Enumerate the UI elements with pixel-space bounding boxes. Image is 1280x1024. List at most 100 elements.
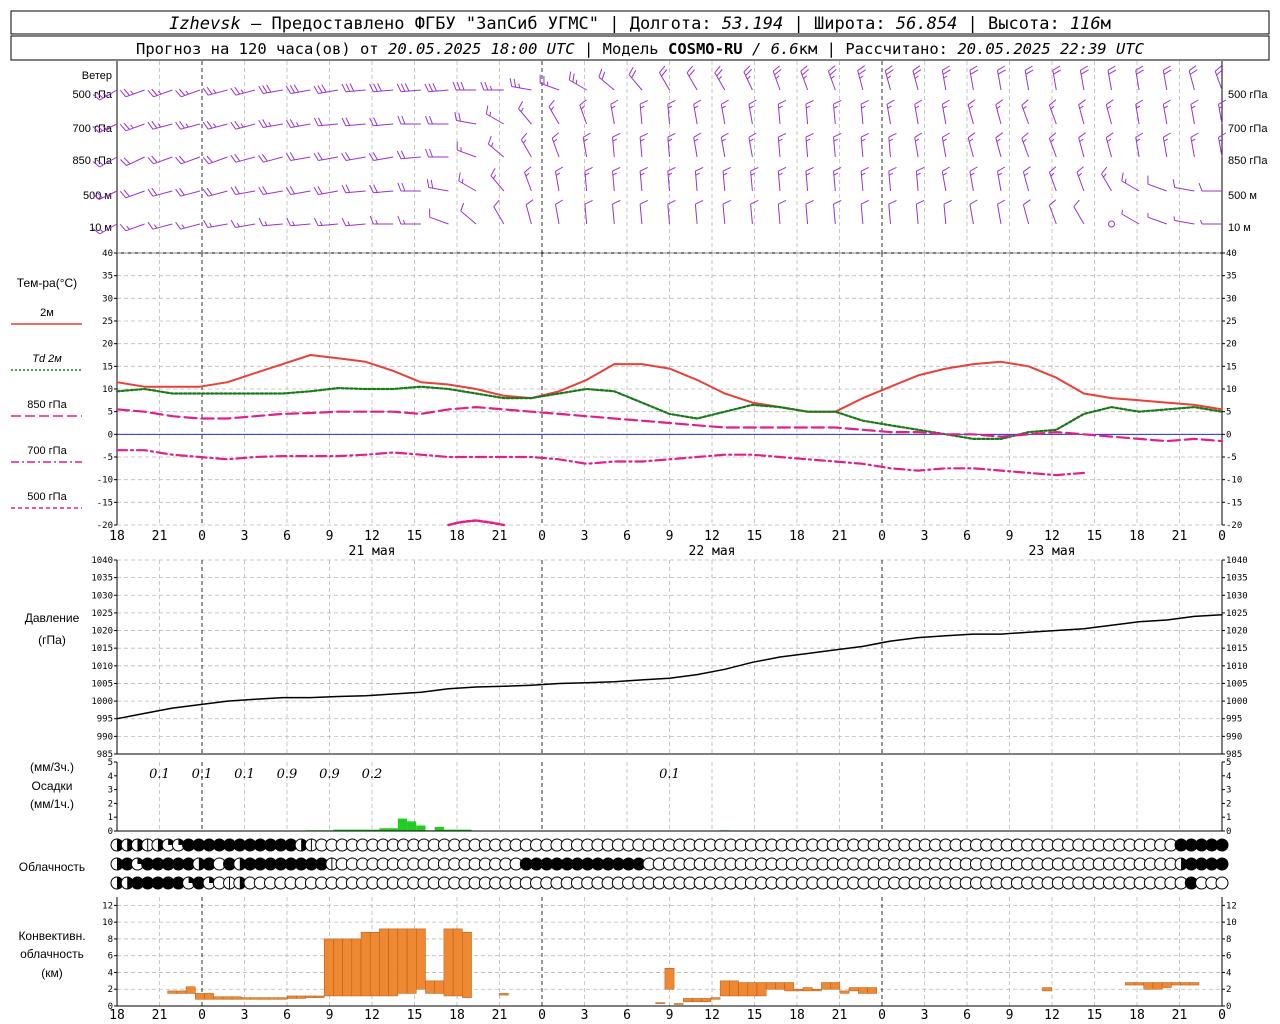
calc-time: 20.05.2025 22:39 UTC (957, 40, 1144, 58)
wind-barb (667, 199, 676, 225)
time-tick-label: 15 (407, 1008, 423, 1023)
wind-barb (610, 99, 619, 125)
conv-cloud-bar (729, 980, 739, 997)
conv-unit: (км) (41, 966, 63, 980)
wind-barb (397, 182, 421, 192)
conv-cloud-bar (452, 928, 463, 997)
wind-barb (397, 115, 421, 125)
wind-barb (539, 74, 560, 91)
wind-barb (1048, 199, 1057, 225)
header: Izhevsk – Предоставлено ФГБУ "ЗапСиб УГМ… (10, 10, 1270, 61)
conv-cloud-bar (655, 1002, 666, 1004)
time-tick-label: 6 (623, 1008, 631, 1023)
temp-tick-right: -20 (1226, 521, 1242, 531)
time-tick-label: 21 (492, 529, 508, 544)
wind-barb (1021, 99, 1030, 125)
press-tick-left: 1035 (91, 574, 113, 584)
precip-total-label: 0.1 (149, 767, 170, 782)
model-name: COSMO-RU (668, 40, 743, 58)
wind-barb (555, 166, 564, 192)
wind-barb (969, 65, 979, 91)
wind-barb (860, 166, 870, 192)
conv-cloud-bar (406, 928, 417, 994)
wind-barb (995, 99, 1004, 125)
provider-text: – Предоставлено ФГБУ "ЗапСиб УГМС" (251, 14, 599, 34)
wind-barb (584, 166, 593, 192)
conv-cloud-bar (388, 928, 399, 997)
wind-barb (175, 155, 201, 165)
wind-barb (1022, 199, 1031, 225)
wind-barb (258, 217, 283, 227)
alt-unit: м (1101, 14, 1111, 34)
temp-series-line (115, 449, 1086, 477)
wind-barb (456, 141, 477, 158)
wind-barb (777, 132, 787, 158)
meteogram-chart: Izhevsk – Предоставлено ФГБУ "ЗапСиб УГМ… (10, 10, 1270, 1023)
wind-title: Ветер (82, 70, 112, 82)
time-tick-label: 0 (198, 529, 206, 544)
wind-barb (969, 166, 978, 192)
legend-label-t2m: 2м (40, 307, 54, 319)
time-tick-label: 3 (241, 529, 249, 544)
conv-cloud-bar (1189, 982, 1200, 986)
wind-barb (425, 115, 449, 125)
wind-barb (369, 215, 394, 225)
conv-cloud-bar (1161, 982, 1172, 988)
wind-barb (313, 84, 339, 94)
wind-barb (694, 199, 704, 225)
lat-value: 56.854 (896, 14, 957, 34)
conv-cloud-bar (204, 993, 214, 1000)
wind-barb (1135, 65, 1144, 91)
wind-barb (995, 132, 1004, 158)
wind-barb (914, 99, 923, 125)
wind-barb (341, 217, 366, 227)
wind-barb (548, 99, 560, 125)
wind-barb (285, 84, 311, 94)
time-tick-label: 0 (538, 1008, 546, 1023)
time-tick-label: 9 (666, 1008, 674, 1023)
wind-barb (202, 120, 228, 130)
temp-tick-left: 0 (108, 430, 113, 440)
conv-cloud-bar (268, 997, 279, 1000)
conv-cloud-bar (1042, 987, 1052, 992)
conv-cloud-bar (185, 986, 196, 994)
wind-barb (1190, 99, 1199, 125)
wind-barb (915, 166, 925, 192)
precip-total-label: 0.1 (659, 767, 680, 782)
wind-barb (584, 199, 593, 225)
conv-cloud-bar (213, 996, 224, 1000)
conv-cloud-bar (416, 928, 426, 990)
wind-barb (341, 184, 366, 194)
conv-tick-left: 2 (108, 985, 113, 995)
time-tick-label: 0 (1218, 529, 1226, 544)
wind-barb (429, 208, 449, 225)
wind-barb (639, 166, 649, 192)
conv-cloud-bar (692, 998, 702, 1003)
conv-cloud-bar (775, 982, 785, 990)
temp-tick-right: 10 (1226, 385, 1237, 395)
wind-barb (426, 179, 449, 192)
time-tick-label: 0 (878, 529, 886, 544)
wind-barb (460, 202, 477, 225)
wind-barb (772, 65, 782, 91)
temp-tick-left: 40 (102, 249, 113, 259)
time-tick-label: 3 (921, 529, 929, 544)
time-tick-label: 9 (326, 1008, 334, 1023)
wind-barb (943, 199, 952, 225)
wind-barb (425, 148, 449, 158)
temp-tick-left: 5 (108, 408, 113, 418)
time-tick-label: 21 (152, 529, 168, 544)
temp-tick-left: 30 (102, 294, 113, 304)
precip-unit-1h: (мм/1ч.) (30, 797, 74, 811)
wind-level-label-left: 500 м (83, 190, 112, 202)
precipitation-panel: 5 5 4 4 3 3 2 2 1 1 0 0 0.1 0.1 0.1 0.9 0.9 0.2 0.1 (108, 758, 1232, 837)
wind-barb (368, 152, 394, 161)
time-tick-label: 21 (832, 1008, 848, 1023)
conv-cloud-bar (287, 995, 297, 999)
press-tick-right: 1040 (1226, 556, 1248, 566)
wind-barb (639, 132, 649, 158)
wind-level-label-right: 500 гПа (1228, 89, 1268, 101)
time-tick-label: 21 (152, 1008, 168, 1023)
temp-tick-left: 10 (102, 385, 113, 395)
temperature-panel: 40 40 35 35 30 30 25 25 20 20 15 15 10 10 5 5 0 0 -5 -5 -10 -… (97, 249, 1243, 531)
